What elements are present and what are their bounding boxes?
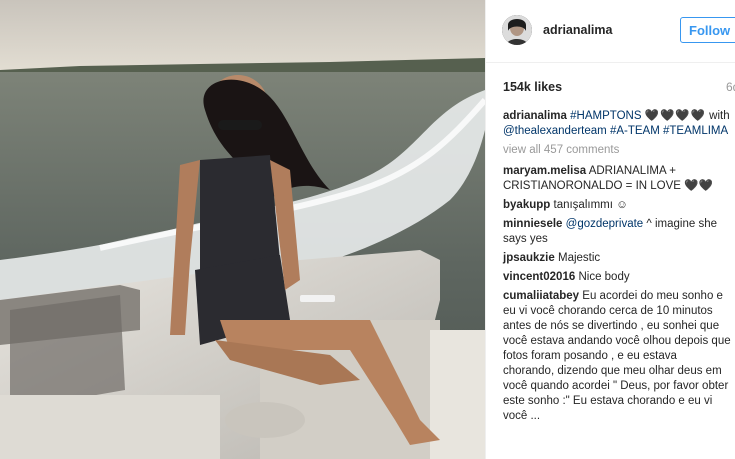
comment-text: Nice body bbox=[578, 271, 630, 283]
comment-text: Eu acordei do meu sonho e eu vi você cho… bbox=[503, 290, 731, 422]
comment-username[interactable]: maryam.melisa bbox=[503, 165, 586, 177]
likes-count[interactable]: 154k likes bbox=[503, 80, 562, 94]
caption-hashtag[interactable]: #TEAMLIMA bbox=[663, 125, 728, 137]
comment-username[interactable]: cumaliiatabey bbox=[503, 290, 579, 302]
caption-hashtag[interactable]: #A-TEAM bbox=[610, 125, 660, 137]
caption-hashtag[interactable]: #HAMPTONS bbox=[570, 110, 641, 122]
avatar[interactable] bbox=[502, 15, 532, 45]
boat-photo-image bbox=[0, 0, 485, 459]
list-item: vincent02016 Nice body bbox=[503, 270, 731, 285]
comment-mention[interactable]: @gozdeprivate bbox=[566, 218, 644, 230]
avatar-icon bbox=[502, 15, 532, 45]
caption-username[interactable]: adrianalima bbox=[503, 110, 567, 122]
comments-section: adrianalima #HAMPTONS 🖤🖤🖤🖤 with @thealex… bbox=[503, 109, 731, 428]
follow-button[interactable]: Follow bbox=[680, 17, 735, 43]
list-item: jpsaukzie Majestic bbox=[503, 251, 731, 266]
post-sidebar: adrianalima Follow 154k likes 6d adriana… bbox=[485, 0, 735, 459]
comment-username[interactable]: vincent02016 bbox=[503, 271, 575, 283]
post-photo[interactable] bbox=[0, 0, 485, 459]
list-item: minniesele @gozdeprivate ^ imagine she s… bbox=[503, 217, 731, 247]
comment-text: Majestic bbox=[557, 252, 601, 264]
caption-hearts: 🖤🖤🖤🖤 bbox=[644, 110, 706, 122]
comment-username[interactable]: minniesele bbox=[503, 218, 562, 230]
list-item: maryam.melisa ADRIANALIMA + CRISTIANORON… bbox=[503, 164, 731, 194]
caption-text: with bbox=[709, 110, 730, 122]
post-header: adrianalima Follow bbox=[486, 0, 735, 63]
caption: adrianalima #HAMPTONS 🖤🖤🖤🖤 with @thealex… bbox=[503, 109, 731, 139]
post-username[interactable]: adrianalima bbox=[543, 23, 612, 37]
caption-mention[interactable]: @thealexanderteam bbox=[503, 125, 607, 137]
list-item: cumaliiatabey Eu acordei do meu sonho e … bbox=[503, 289, 731, 424]
post-time: 6d bbox=[726, 80, 735, 94]
view-all-comments-link[interactable]: view all 457 comments bbox=[503, 143, 731, 158]
comment-text: tanışalımmı ☺ bbox=[553, 199, 628, 211]
list-item: byakupp tanışalımmı ☺ bbox=[503, 198, 731, 213]
comment-username[interactable]: jpsaukzie bbox=[503, 252, 555, 264]
comment-username[interactable]: byakupp bbox=[503, 199, 550, 211]
